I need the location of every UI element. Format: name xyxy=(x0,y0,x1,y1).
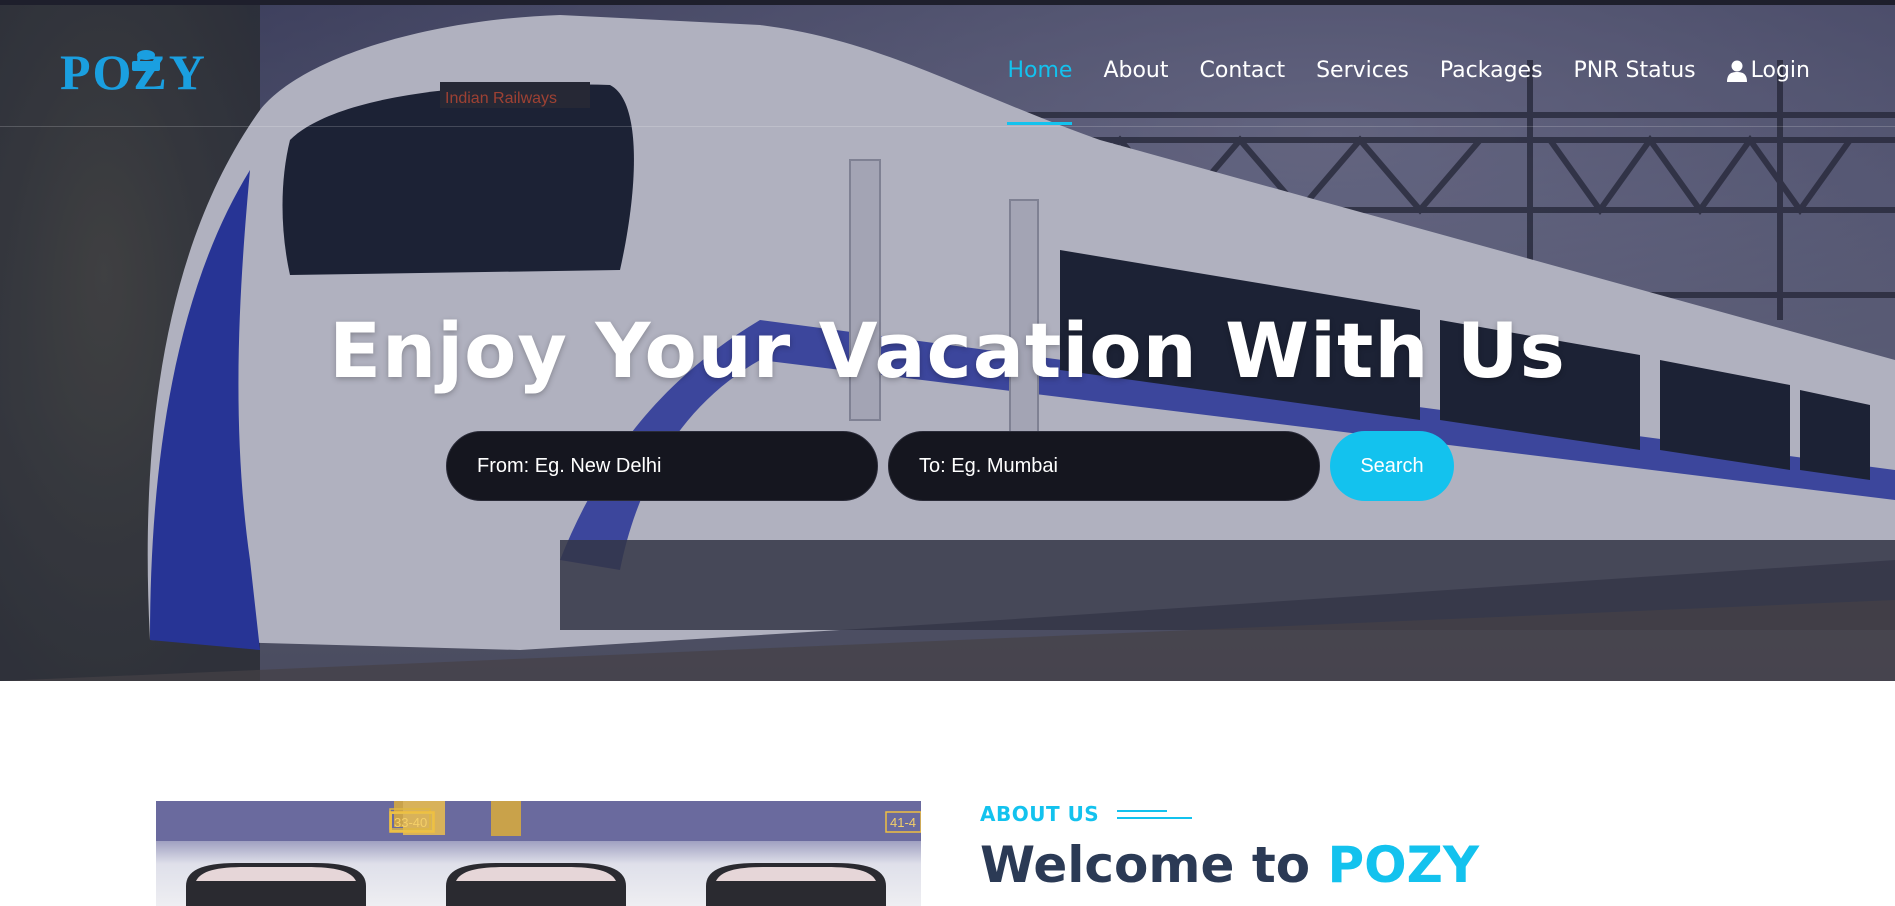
navbar: POZY Home About Contact Services Package… xyxy=(0,5,1895,127)
nav-home[interactable]: Home xyxy=(1007,53,1072,125)
about-train-image: 33-40 41-4 xyxy=(156,801,921,906)
about-heading: Welcome to POZY xyxy=(980,836,1479,894)
nav-about[interactable]: About xyxy=(1103,53,1168,89)
hero-title: Enjoy Your Vacation With Us xyxy=(329,306,1566,395)
about-section-label: ABOUT US xyxy=(980,802,1193,826)
nav-menu: Home About Contact Services Packages PNR… xyxy=(976,53,1810,125)
login-label: Login xyxy=(1750,58,1810,83)
search-bar: Search xyxy=(446,431,1454,501)
nav-packages[interactable]: Packages xyxy=(1440,53,1543,89)
about-heading-prefix: Welcome to xyxy=(980,836,1311,894)
to-input[interactable] xyxy=(888,431,1320,501)
user-icon xyxy=(1726,60,1747,82)
nav-login[interactable]: Login xyxy=(1726,53,1810,89)
about-heading-brand: POZY xyxy=(1327,836,1480,894)
from-input[interactable] xyxy=(446,431,878,501)
coach-number-right: 41-4 xyxy=(890,815,916,830)
nav-contact[interactable]: Contact xyxy=(1200,53,1286,89)
logo-text: POZY xyxy=(60,44,207,100)
coach-number-left: 33-40 xyxy=(394,815,427,830)
nav-services[interactable]: Services xyxy=(1316,53,1409,89)
about-label-decoration xyxy=(1117,809,1193,819)
nav-pnr-status[interactable]: PNR Status xyxy=(1574,53,1696,89)
search-button[interactable]: Search xyxy=(1330,431,1454,501)
about-label-text: ABOUT US xyxy=(980,802,1100,826)
logo[interactable]: POZY xyxy=(58,27,205,111)
